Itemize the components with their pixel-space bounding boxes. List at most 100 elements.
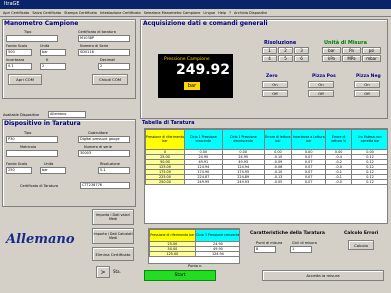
campione-incert-label: Incertezza — [6, 58, 25, 62]
import-calcolati-button[interactable]: Importa i Dati Calcolati Medi — [92, 228, 134, 244]
dispositivo-risol-field[interactable]: 0.1 — [98, 167, 130, 174]
calcolo-button[interactable]: Calcolo — [348, 240, 374, 250]
campione-seriale-label: Numero di Serie — [80, 44, 109, 48]
pizza-neg-off-button[interactable]: Off — [354, 90, 380, 97]
menu-item[interactable]: Lingue — [203, 11, 215, 15]
menu-item[interactable]: Help — [218, 11, 226, 15]
small-table-header-cell: Pressione di riferimento bar — [149, 229, 196, 242]
dispositivo-risol-label: Risoluzione — [100, 162, 120, 166]
campione-incert-field[interactable]: 0.1 — [6, 63, 32, 70]
table-cell: -0.0 — [325, 179, 353, 185]
cicli-select[interactable]: 1 — [290, 246, 312, 253]
campione-decim-label: Decimali — [100, 58, 116, 62]
campione-k-label: K — [46, 58, 49, 62]
start-button[interactable]: Start — [144, 270, 216, 281]
acquisizione-header: Acquisizione dati e comandi generali — [143, 20, 268, 27]
pizza-pos-label: Pizza Pos — [312, 74, 336, 79]
pizza-neg-label: Pizza Neg — [356, 74, 381, 79]
dispositivo-seriale-label: Numero di serie — [84, 145, 112, 149]
table-cell: -0.05 — [263, 179, 293, 185]
nav-label: Sta. — [113, 269, 121, 274]
available-dispositive-select[interactable]: Allemano — [48, 111, 86, 118]
risoluzione-button[interactable]: 6 — [294, 55, 309, 62]
next-arrow-button[interactable]: > — [96, 266, 110, 278]
unit-button[interactable]: bar — [322, 47, 341, 54]
pizza-neg-on-button[interactable]: On — [354, 81, 380, 88]
risoluzione-buttons: 123 456 — [262, 47, 314, 62]
unit-button[interactable]: MPa — [342, 55, 361, 62]
table-cell: 249.93 — [221, 179, 265, 185]
pizza-pos-on-button[interactable]: On — [308, 81, 334, 88]
dispositivo-cert-label: Certificato di Taratura — [20, 184, 59, 188]
menu-item[interactable]: Seleziona Manometro Campione — [144, 11, 201, 15]
table-header-cell: Pressione di riferimento bar — [145, 129, 185, 150]
small-table-header-cell: Ciclo 3 Pressione crescente — [194, 229, 239, 242]
cicli-label: Cicli di misura — [292, 241, 317, 245]
open-com-button[interactable]: Apri COM — [8, 74, 42, 85]
table-header-cell: Errore di lettura % — [325, 129, 353, 150]
risoluzione-button[interactable]: 2 — [278, 47, 293, 54]
window-title: ItraGE — [0, 0, 391, 9]
small-table-cell: 125.00 — [149, 251, 196, 257]
campione-cert-label: Certificato di taratura — [78, 30, 116, 34]
dispositivo-unita-field[interactable]: bar — [40, 167, 66, 174]
unit-button[interactable]: kPa — [322, 55, 341, 62]
zero-off-button[interactable]: Off — [262, 90, 288, 97]
campione-k-field[interactable]: 2 — [40, 63, 66, 70]
dispositivo-matr-field[interactable] — [6, 150, 58, 157]
dispositivo-seriale-field[interactable]: 30003 — [78, 150, 130, 157]
campione-decim-field[interactable]: 2 — [98, 63, 130, 70]
table-header-cell: Ciclo 1 Pressione crescente — [183, 129, 223, 150]
campione-tipo-label: Tipo — [24, 30, 32, 34]
menu-item[interactable]: ? — [229, 11, 231, 15]
menu-item[interactable]: Apri Certificato — [3, 11, 29, 15]
punto-label: Punto n. — [188, 264, 203, 268]
table-header-cell: Errore di lettura bar — [263, 129, 293, 150]
tabella-header: Tabella di Taratura — [142, 120, 195, 126]
pressure-value: 249.92 — [176, 62, 231, 78]
campione-fondo-field[interactable]: 500 — [6, 49, 32, 56]
risoluzione-button[interactable]: 5 — [278, 55, 293, 62]
campione-cert-field[interactable]: M1038P — [78, 35, 130, 42]
table-header-cell: Incertezza a Lettura bar — [291, 129, 327, 150]
dispositivo-fondo-field[interactable]: 250 — [6, 167, 32, 174]
campione-header: Manometro Campione — [4, 20, 79, 27]
import-medi-button[interactable]: Importa i Dati valori Medi — [92, 209, 134, 225]
table-cell: 249.95 — [183, 179, 223, 185]
table-header-cell: Inc Estesa non corretta bar — [351, 129, 387, 150]
unit-button[interactable]: psi — [362, 47, 381, 54]
small-table-row[interactable]: 125.00 124.94 — [149, 251, 239, 257]
menu-item[interactable]: Intestazione Certificato — [100, 11, 141, 15]
elimina-certificato-button[interactable]: Elimina Certificato — [92, 247, 134, 261]
small-table-cell: 124.94 — [194, 251, 239, 257]
allemano-logo: Allemano — [6, 232, 75, 247]
unit-button[interactable]: mbar — [362, 55, 381, 62]
punti-select[interactable]: 8 — [254, 246, 276, 253]
dispositivo-unita-label: Unità — [44, 162, 54, 166]
risoluzione-button[interactable]: 4 — [262, 55, 277, 62]
accept-measure-button[interactable]: Accetta la misura — [262, 270, 384, 281]
table-row[interactable]: 250.00 249.95 249.93 -0.05 0.07 -0.0 0.12 — [145, 179, 387, 185]
campione-unita-field[interactable]: bar — [40, 49, 66, 56]
risoluzione-button[interactable]: 1 — [262, 47, 277, 54]
campione-seriale-field[interactable]: SD0116 — [78, 49, 130, 56]
dispositivo-cert-field[interactable]: CTT238776 — [80, 182, 130, 189]
campione-tipo-field[interactable] — [6, 35, 58, 42]
menu-item[interactable]: Salva Certificato — [32, 11, 61, 15]
calcolo-errori-header: Calcolo Errori — [344, 231, 379, 236]
unit-button[interactable]: Pa — [342, 47, 361, 54]
pizza-pos-off-button[interactable]: Off — [308, 90, 334, 97]
risoluzione-button[interactable]: 3 — [294, 47, 309, 54]
menu-item[interactable]: Archivio Dispositivi — [234, 11, 267, 15]
table-cell: 0.07 — [291, 179, 327, 185]
dispositivo-fondo-label: Fondo Scala — [6, 162, 28, 166]
dispositivo-costr-field[interactable]: Digital pressure gauge — [78, 136, 130, 143]
close-com-button[interactable]: Chiudi COM — [92, 74, 128, 85]
menu-item[interactable]: Stampa Certificato — [64, 11, 97, 15]
dispositivo-tipo-field[interactable]: P30 — [6, 136, 58, 143]
zero-on-button[interactable]: On — [262, 81, 288, 88]
risoluzione-label: Risoluzione — [264, 40, 297, 46]
available-dispositive-label: Available Dispositive — [3, 113, 40, 117]
table-cell: 0.12 — [351, 179, 387, 185]
pressure-unit: bar — [184, 82, 200, 90]
